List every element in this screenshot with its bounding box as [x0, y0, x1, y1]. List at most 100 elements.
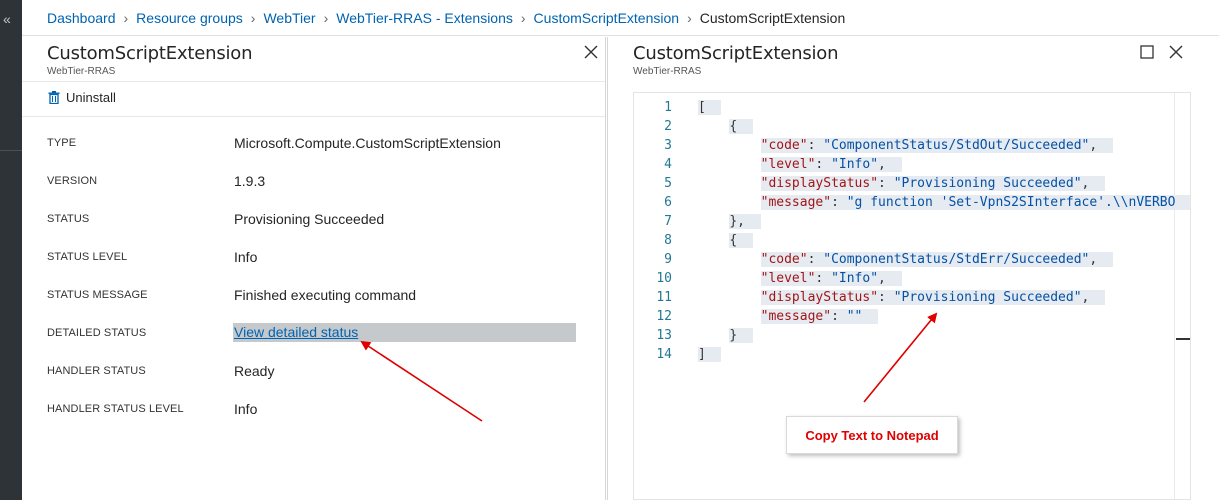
code-text: "code": "ComponentStatus/StdErr/Succeede… [698, 250, 1113, 269]
breadcrumb-customscriptextension[interactable]: CustomScriptExtension [534, 10, 680, 26]
line-number: 3 [664, 138, 672, 153]
code-highlight: "code": "ComponentStatus/StdErr/Succeede… [760, 252, 1113, 267]
code-text: "displayStatus": "Provisioning Succeeded… [698, 288, 1106, 307]
code-text: "level": "Info", [698, 269, 902, 288]
code-highlight: "displayStatus": "Provisioning Succeeded… [760, 176, 1106, 191]
code-highlight: "message": "g function 'Set-VpnS2SInterf… [760, 195, 1190, 210]
line-number: 2 [664, 119, 672, 134]
code-text: [ [698, 98, 722, 117]
property-value: Ready [234, 363, 275, 379]
property-row-handler-status: HANDLER STATUS Ready [47, 355, 587, 393]
code-text: "level": "Info", [698, 155, 902, 174]
code-line: 14] [634, 345, 1174, 364]
json-punctuation: , [1081, 290, 1090, 305]
code-line: 9 "code": "ComponentStatus/StdErr/Succee… [634, 250, 1174, 269]
line-number: 9 [664, 252, 672, 267]
property-label: HANDLER STATUS [47, 365, 146, 377]
json-string-value: "Provisioning Succeeded" [893, 290, 1082, 305]
code-highlight: }, [729, 214, 761, 229]
blade-title: CustomScriptExtension [47, 43, 253, 64]
code-line: 13 } [634, 326, 1174, 345]
code-text: ] [698, 345, 722, 364]
code-highlight: { [729, 233, 753, 248]
json-key: "level" [760, 157, 816, 172]
line-number: 4 [664, 157, 672, 172]
json-key: "code" [760, 252, 808, 267]
property-row-status-message: STATUS MESSAGE Finished executing comman… [47, 279, 587, 317]
code-line: 12 "message": "" [634, 307, 1174, 326]
code-line: 3 "code": "ComponentStatus/StdOut/Succee… [634, 136, 1174, 155]
line-number: 10 [656, 271, 672, 286]
breadcrumb-dashboard[interactable]: Dashboard [47, 10, 116, 26]
property-value: Info [234, 249, 258, 265]
property-label: STATUS MESSAGE [47, 289, 148, 301]
close-icon[interactable] [1167, 43, 1185, 61]
view-detailed-status-link[interactable]: View detailed status [234, 324, 358, 340]
json-string-value: "" [846, 309, 863, 324]
breadcrumb-webtier[interactable]: WebTier [263, 10, 315, 26]
code-line: 4 "level": "Info", [634, 155, 1174, 174]
property-value: Provisioning Succeeded [234, 211, 385, 227]
code-text: } [698, 326, 753, 345]
uninstall-button[interactable]: Uninstall [48, 90, 116, 105]
chevron-right-icon: › [687, 9, 692, 26]
code-line: 7 }, [634, 212, 1174, 231]
detailed-status-highlight: View detailed status [233, 323, 576, 342]
code-line: 6 "message": "g function 'Set-VpnS2SInte… [634, 193, 1190, 212]
close-icon[interactable] [582, 43, 600, 61]
rail-divider [0, 150, 22, 151]
breadcrumb-current: CustomScriptExtension [699, 9, 846, 26]
property-row-handler-status-level: HANDLER STATUS LEVEL Info [47, 393, 587, 431]
collapse-chevron-icon[interactable]: « [3, 12, 11, 26]
maximize-icon[interactable] [1139, 44, 1155, 60]
editor-scrollbar[interactable] [1174, 93, 1190, 499]
code-line: 11 "displayStatus": "Provisioning Succee… [634, 288, 1174, 307]
json-string-value: "Provisioning Succeeded" [893, 176, 1082, 191]
copy-text-callout: Copy Text to Notepad [786, 416, 958, 454]
code-highlight: ] [698, 347, 722, 362]
code-line: 8 { [634, 231, 1174, 250]
property-value: Microsoft.Compute.CustomScriptExtension [234, 135, 501, 151]
chevron-right-icon: › [250, 9, 256, 26]
property-row-status-level: STATUS LEVEL Info [47, 241, 587, 279]
json-punctuation: , [1089, 252, 1098, 267]
line-number: 8 [664, 233, 672, 248]
json-string-value: "ComponentStatus/StdErr/Succeeded" [823, 252, 1090, 267]
property-label: TYPE [47, 137, 77, 149]
json-key: "level" [760, 271, 816, 286]
line-number: 7 [664, 214, 672, 229]
property-row-version: VERSION 1.9.3 [47, 165, 587, 203]
uninstall-label: Uninstall [66, 90, 116, 105]
code-highlight: "message": "" [760, 309, 879, 324]
property-value: Info [234, 401, 258, 417]
code-highlight: "code": "ComponentStatus/StdOut/Succeede… [760, 138, 1113, 153]
property-label: STATUS LEVEL [47, 251, 128, 263]
breadcrumb-resource-groups[interactable]: Resource groups [136, 10, 243, 26]
property-label: HANDLER STATUS LEVEL [47, 403, 184, 415]
left-rail: « [0, 0, 22, 500]
line-number: 12 [656, 309, 672, 324]
breadcrumb-webtier-rras-extensions[interactable]: WebTier-RRAS - Extensions [336, 10, 513, 26]
property-row-status: STATUS Provisioning Succeeded [47, 203, 587, 241]
json-punctuation: , [878, 271, 886, 286]
json-key: "message" [760, 195, 832, 210]
code-highlight: [ [698, 100, 722, 115]
property-row-type: TYPE Microsoft.Compute.CustomScriptExten… [47, 127, 587, 165]
code-text: "displayStatus": "Provisioning Succeeded… [698, 174, 1106, 193]
code-text: "message": "g function 'Set-VpnS2SInterf… [698, 193, 1190, 212]
json-key: "displayStatus" [760, 176, 879, 191]
code-highlight: "displayStatus": "Provisioning Succeeded… [760, 290, 1106, 305]
json-string-value: "Info" [831, 157, 879, 172]
json-string-value: "g function 'Set-VpnS2SInterface'.\\nVER… [846, 195, 1176, 210]
property-label: VERSION [47, 175, 98, 187]
property-value: Finished executing command [234, 287, 417, 303]
code-text: { [698, 231, 753, 250]
chevron-right-icon: › [123, 9, 129, 26]
blade-title: CustomScriptExtension [633, 43, 839, 64]
code-highlight: "level": "Info", [760, 271, 902, 286]
